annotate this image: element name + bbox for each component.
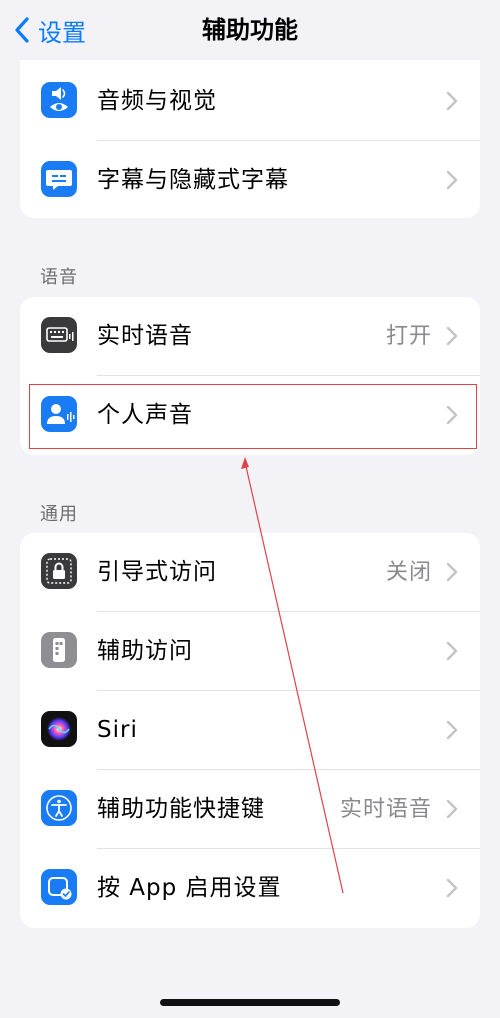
lock-frame-icon [41,553,77,589]
list-item-value: 打开 [385,324,432,349]
siri-orb-icon [41,711,77,747]
home-indicator[interactable] [160,999,340,1006]
general-group: 引导式访问 关闭 辅助访问 Siri 辅助功能快捷键 实时语音 按 App 启用… [20,533,480,928]
accessibility-figure-icon [41,790,77,826]
speaker-eye-icon [41,82,77,118]
navigation-bar: 设置 辅助功能 [0,0,500,60]
highlight-box [29,384,477,449]
chevron-right-icon [446,170,458,190]
list-item-siri[interactable]: Siri [20,691,480,770]
chevron-right-icon [446,878,458,898]
list-item-label: 音频与视觉 [97,88,217,114]
list-item-label: Siri [97,717,138,743]
list-item-accessibility-shortcut[interactable]: 辅助功能快捷键 实时语音 [20,770,480,849]
page-title: 辅助功能 [202,16,298,44]
list-item-per-app-settings[interactable]: 按 App 启用设置 [20,849,480,928]
section-header-speech: 语音 [40,267,78,288]
section-header-general: 通用 [40,504,78,525]
list-item-label: 辅助功能快捷键 [97,796,265,822]
phone-grid-icon [41,632,77,668]
list-item-label: 实时语音 [97,323,193,349]
list-item-audio-visual[interactable]: 音频与视觉 [20,62,480,141]
chevron-right-icon [446,641,458,661]
chevron-right-icon [446,91,458,111]
list-item-label: 按 App 启用设置 [97,875,282,901]
list-item-value: 实时语音 [339,797,432,822]
chevron-right-icon [446,562,458,582]
app-check-icon [41,869,77,905]
caption-bubble-icon [41,161,77,197]
list-item-captions[interactable]: 字幕与隐藏式字幕 [20,141,480,218]
list-item-guided-access[interactable]: 引导式访问 关闭 [20,533,480,612]
list-item-assistive-access[interactable]: 辅助访问 [20,612,480,691]
chevron-right-icon [446,720,458,740]
list-item-label: 引导式访问 [97,559,217,585]
list-item-label: 字幕与隐藏式字幕 [97,167,289,193]
chevron-right-icon [446,799,458,819]
keyboard-waveform-icon [41,317,77,353]
list-item-value: 关闭 [385,560,432,585]
list-item-live-speech[interactable]: 实时语音 打开 [20,297,480,376]
vision-group: 音频与视觉 字幕与隐藏式字幕 [20,60,480,218]
list-item-label: 辅助访问 [97,638,193,664]
chevron-right-icon [446,326,458,346]
